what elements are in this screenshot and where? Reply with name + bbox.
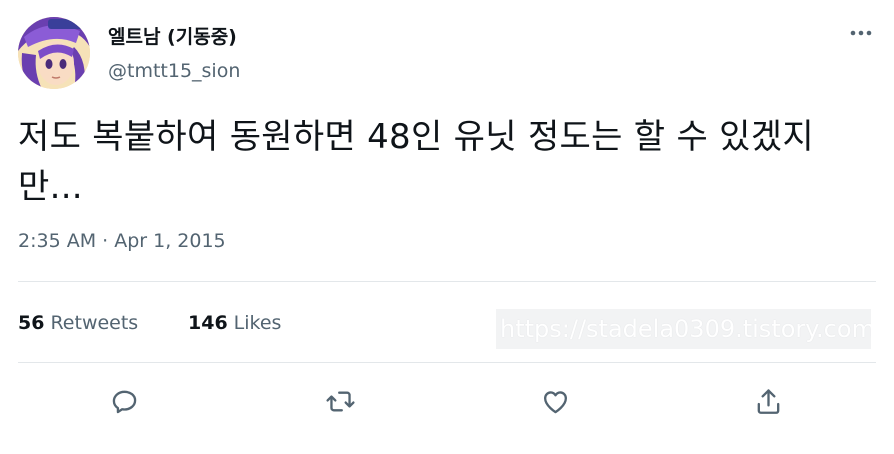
retweet-icon: [325, 391, 355, 411]
retweets-count: 56: [18, 312, 45, 334]
author-avatar[interactable]: [18, 17, 90, 89]
reply-icon: [112, 390, 136, 413]
author-display-name[interactable]: 엘트남 (기동중): [108, 22, 237, 49]
tweet-text: 저도 복붙하여 동원하면 48인 유닛 정도는 할 수 있겠지만...: [18, 117, 814, 207]
retweets-stat[interactable]: 56 Retweets: [18, 312, 138, 334]
watermark: https://stadela0309.tistory.com: [496, 309, 871, 349]
likes-count: 146: [188, 312, 228, 334]
likes-stat[interactable]: 146 Likes: [188, 312, 281, 334]
share-button[interactable]: [750, 383, 786, 419]
heart-icon: [543, 390, 567, 413]
retweet-button[interactable]: [322, 383, 358, 419]
like-button[interactable]: [537, 383, 573, 419]
more-options-button[interactable]: [846, 20, 880, 46]
more-icon: [850, 30, 872, 36]
likes-label: Likes: [233, 312, 282, 334]
author-handle[interactable]: @tmtt15_sion: [108, 60, 240, 82]
share-icon: [757, 388, 779, 414]
divider-bottom: [18, 362, 876, 363]
reply-button[interactable]: [106, 383, 142, 419]
divider-top: [18, 281, 876, 282]
anime-avatar-icon: [18, 17, 90, 89]
retweets-label: Retweets: [50, 312, 139, 334]
tweet-timestamp[interactable]: 2:35 AM · Apr 1, 2015: [18, 230, 226, 252]
